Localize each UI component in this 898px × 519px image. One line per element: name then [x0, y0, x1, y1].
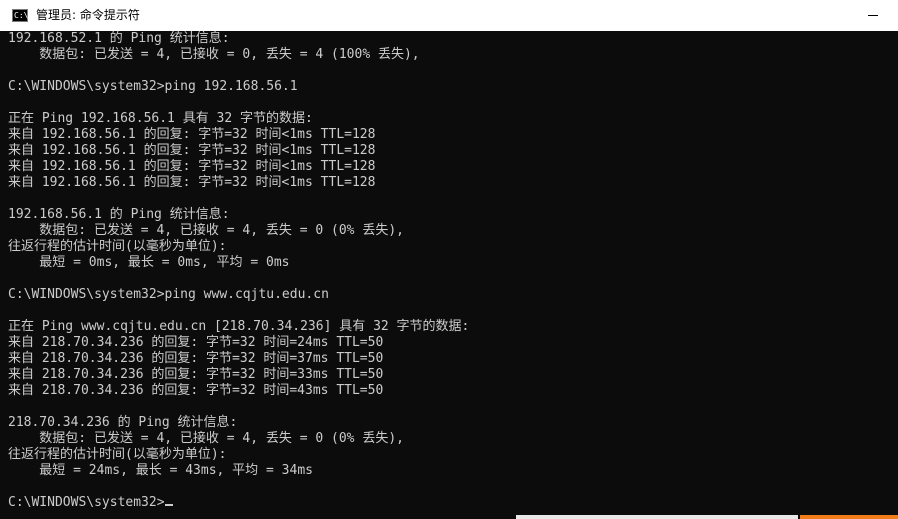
console-line-text: C:\WINDOWS\system32>ping www.cqjtu.edu.c… [8, 287, 329, 302]
console-line-text: 218.70.34.236 的 Ping 统计信息: [8, 415, 238, 430]
window-title: 管理员: 命令提示符 [36, 8, 140, 22]
console-line-text: 正在 Ping 192.168.56.1 具有 32 字节的数据: [8, 111, 313, 126]
console-line-text: 192.168.52.1 的 Ping 统计信息: [8, 31, 230, 46]
console-line-text: 来自 192.168.56.1 的回复: 字节=32 时间<1ms TTL=12… [8, 175, 376, 190]
console-line-text: 往返行程的估计时间(以毫秒为单位): [8, 447, 227, 462]
background-strip [516, 515, 798, 519]
console-line-text: 来自 218.70.34.236 的回复: 字节=32 时间=24ms TTL=… [8, 335, 384, 350]
console-line: 来自 192.168.56.1 的回复: 字节=32 时间<1ms TTL=12… [8, 175, 469, 191]
console-line: 数据包: 已发送 = 4, 已接收 = 4, 丢失 = 0 (0% 丢失), [8, 223, 469, 239]
console-line: 正在 Ping www.cqjtu.edu.cn [218.70.34.236]… [8, 319, 469, 335]
minimize-button[interactable] [852, 0, 898, 31]
console-area[interactable]: 192.168.52.1 的 Ping 统计信息: 数据包: 已发送 = 4, … [0, 31, 898, 519]
background-accent-strip [800, 515, 898, 519]
console-line-text: 往返行程的估计时间(以毫秒为单位): [8, 239, 227, 254]
minimize-icon [868, 15, 878, 16]
console-line-text: 数据包: 已发送 = 4, 已接收 = 4, 丢失 = 0 (0% 丢失), [8, 223, 404, 238]
console-line-text: 来自 192.168.56.1 的回复: 字节=32 时间<1ms TTL=12… [8, 127, 376, 142]
cmd-icon-glyph: C:\ [14, 11, 29, 20]
console-line: 来自 218.70.34.236 的回复: 字节=32 时间=33ms TTL=… [8, 367, 469, 383]
console-line-text: C:\WINDOWS\system32>ping 192.168.56.1 [8, 79, 298, 94]
title-bar[interactable]: C:\ 管理员: 命令提示符 [0, 0, 898, 32]
console-line-text: 来自 218.70.34.236 的回复: 字节=32 时间=37ms TTL=… [8, 351, 384, 366]
console-line-text: 来自 192.168.56.1 的回复: 字节=32 时间<1ms TTL=12… [8, 143, 376, 158]
console-output: 192.168.52.1 的 Ping 统计信息: 数据包: 已发送 = 4, … [8, 31, 469, 511]
console-line-text: 来自 218.70.34.236 的回复: 字节=32 时间=43ms TTL=… [8, 383, 384, 398]
command-prompt-window: C:\ 管理员: 命令提示符 192.168.52.1 的 Ping 统计信息:… [0, 0, 898, 519]
console-line: 来自 192.168.56.1 的回复: 字节=32 时间<1ms TTL=12… [8, 143, 469, 159]
console-line-text: C:\WINDOWS\system32> [8, 495, 165, 510]
console-line-text: 数据包: 已发送 = 4, 已接收 = 4, 丢失 = 0 (0% 丢失), [8, 431, 404, 446]
cmd-icon: C:\ [12, 9, 28, 22]
console-line-text: 最短 = 0ms, 最长 = 0ms, 平均 = 0ms [8, 255, 290, 270]
console-line: 往返行程的估计时间(以毫秒为单位): [8, 239, 469, 255]
console-prompt[interactable]: C:\WINDOWS\system32> [8, 495, 469, 511]
console-line: 最短 = 0ms, 最长 = 0ms, 平均 = 0ms [8, 255, 469, 271]
console-line-text: 最短 = 24ms, 最长 = 43ms, 平均 = 34ms [8, 463, 313, 478]
console-line: 往返行程的估计时间(以毫秒为单位): [8, 447, 469, 463]
console-line: 来自 192.168.56.1 的回复: 字节=32 时间<1ms TTL=12… [8, 159, 469, 175]
console-line: 218.70.34.236 的 Ping 统计信息: [8, 415, 469, 431]
console-line-text: 来自 192.168.56.1 的回复: 字节=32 时间<1ms TTL=12… [8, 159, 376, 174]
console-line: 来自 218.70.34.236 的回复: 字节=32 时间=24ms TTL=… [8, 335, 469, 351]
console-line-text: 来自 218.70.34.236 的回复: 字节=32 时间=33ms TTL=… [8, 367, 384, 382]
console-line: 来自 218.70.34.236 的回复: 字节=32 时间=43ms TTL=… [8, 383, 469, 399]
console-line: 最短 = 24ms, 最长 = 43ms, 平均 = 34ms [8, 463, 469, 479]
console-line-text: 192.168.56.1 的 Ping 统计信息: [8, 207, 230, 222]
console-line-text: 数据包: 已发送 = 4, 已接收 = 0, 丢失 = 4 (100% 丢失), [8, 47, 420, 62]
console-line: C:\WINDOWS\system32>ping 192.168.56.1 [8, 79, 469, 95]
console-line: 192.168.56.1 的 Ping 统计信息: [8, 207, 469, 223]
console-line: 数据包: 已发送 = 4, 已接收 = 0, 丢失 = 4 (100% 丢失), [8, 47, 469, 63]
console-line: 192.168.52.1 的 Ping 统计信息: [8, 31, 469, 47]
console-line-text: 正在 Ping www.cqjtu.edu.cn [218.70.34.236]… [8, 319, 470, 334]
console-line: 来自 218.70.34.236 的回复: 字节=32 时间=37ms TTL=… [8, 351, 469, 367]
console-line: 正在 Ping 192.168.56.1 具有 32 字节的数据: [8, 111, 469, 127]
console-line: 数据包: 已发送 = 4, 已接收 = 4, 丢失 = 0 (0% 丢失), [8, 431, 469, 447]
text-cursor [164, 504, 173, 506]
console-line: C:\WINDOWS\system32>ping www.cqjtu.edu.c… [8, 287, 469, 303]
console-line: 来自 192.168.56.1 的回复: 字节=32 时间<1ms TTL=12… [8, 127, 469, 143]
